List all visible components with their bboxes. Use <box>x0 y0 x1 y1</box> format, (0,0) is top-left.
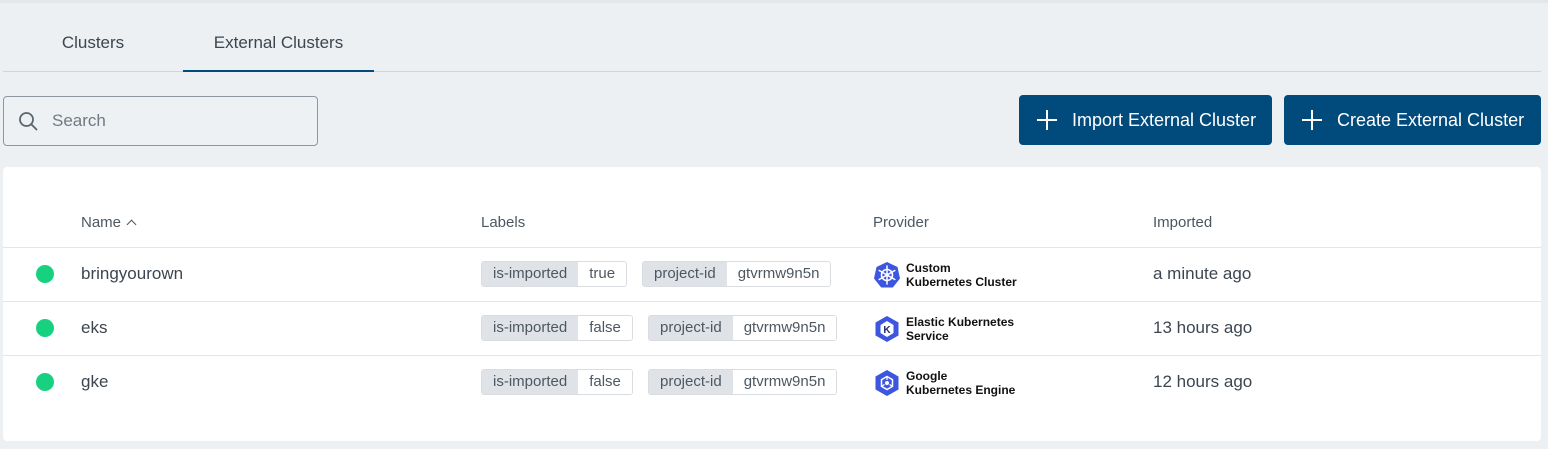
label-key: is-imported <box>482 262 579 286</box>
import-external-cluster-button[interactable]: Import External Cluster <box>1019 95 1272 145</box>
provider-name: Google Kubernetes Engine <box>906 369 1016 397</box>
label-value: false <box>578 370 632 394</box>
imported-time: 13 hours ago <box>1153 318 1253 337</box>
cluster-name[interactable]: eks <box>81 318 107 338</box>
plus-icon <box>1302 110 1322 130</box>
label-chip: project-id gtvrmw9n5n <box>648 315 838 341</box>
search-box[interactable] <box>3 96 318 146</box>
tab-clusters[interactable]: Clusters <box>3 22 183 71</box>
column-header-labels: Labels <box>481 214 526 231</box>
label-key: is-imported <box>482 370 579 394</box>
table-header: Name Labels Provider Imported <box>3 167 1541 248</box>
label-value: gtvrmw9n5n <box>732 370 837 394</box>
create-button-label: Create External Cluster <box>1337 109 1525 130</box>
eks-icon: K <box>875 316 899 342</box>
provider: Custom Kubernetes Cluster <box>873 261 1036 289</box>
search-input[interactable] <box>52 105 302 137</box>
import-button-label: Import External Cluster <box>1072 109 1257 130</box>
tab-bar: Clusters External Clusters <box>3 22 1541 72</box>
tab-external-clusters[interactable]: External Clusters <box>183 22 374 72</box>
label-key: project-id <box>643 262 727 286</box>
label-chip: is-imported false <box>481 315 633 341</box>
label-value: true <box>578 262 627 286</box>
table-row[interactable]: gke is-imported false project-id gtvrmw9… <box>3 356 1541 410</box>
status-dot <box>36 319 54 337</box>
sort-ascending-icon <box>126 219 137 230</box>
label-key: project-id <box>649 370 733 394</box>
label-value: false <box>578 316 632 340</box>
table-row[interactable]: eks is-imported false project-id gtvrmw9… <box>3 302 1541 356</box>
label-key: project-id <box>649 316 733 340</box>
provider: Google Kubernetes Engine <box>873 369 1036 397</box>
label-chip: project-id gtvrmw9n5n <box>642 261 832 287</box>
status-dot <box>36 373 54 391</box>
column-header-name[interactable]: Name <box>81 214 137 231</box>
label-chip: is-imported false <box>481 369 633 395</box>
table-row[interactable]: bringyourown is-imported true project-id… <box>3 248 1541 302</box>
label-chip: is-imported true <box>481 261 628 287</box>
provider: K Elastic Kubernetes Service <box>873 315 1036 343</box>
column-header-provider: Provider <box>873 214 929 231</box>
label-value: gtvrmw9n5n <box>726 262 831 286</box>
cluster-name[interactable]: gke <box>81 372 108 392</box>
top-divider <box>0 0 1548 3</box>
label-value: gtvrmw9n5n <box>732 316 837 340</box>
imported-time: a minute ago <box>1153 264 1252 283</box>
label-chip: project-id gtvrmw9n5n <box>648 369 838 395</box>
create-external-cluster-button[interactable]: Create External Cluster <box>1284 95 1541 145</box>
label-key: is-imported <box>482 316 579 340</box>
clusters-table: Name Labels Provider Imported bringyouro… <box>3 167 1541 441</box>
status-dot <box>36 265 54 283</box>
search-icon <box>19 112 38 131</box>
svg-text:K: K <box>883 325 891 336</box>
cluster-name[interactable]: bringyourown <box>81 264 183 284</box>
column-header-imported: Imported <box>1153 214 1213 231</box>
imported-time: 12 hours ago <box>1153 372 1253 391</box>
provider-name: Elastic Kubernetes Service <box>906 315 1015 343</box>
kubernetes-icon <box>874 262 900 288</box>
gke-icon <box>875 370 899 396</box>
provider-name: Custom Kubernetes Cluster <box>906 261 1017 289</box>
plus-icon <box>1037 110 1057 130</box>
